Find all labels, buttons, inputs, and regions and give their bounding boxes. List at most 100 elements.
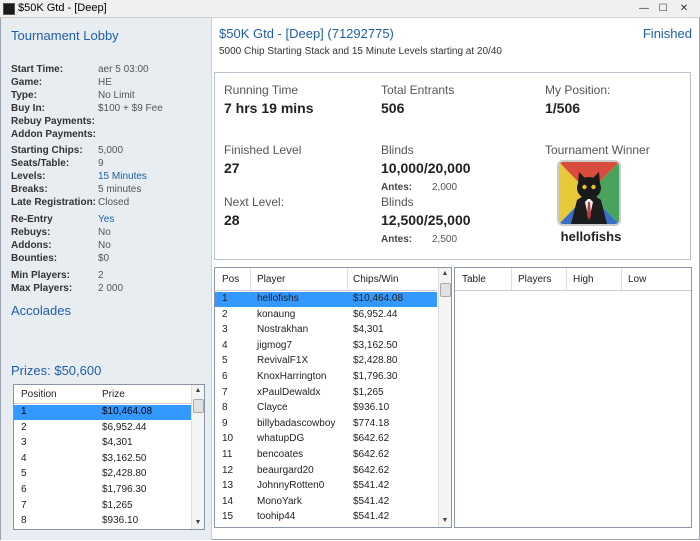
my-position-label: My Position:: [545, 83, 611, 97]
column-divider: [347, 268, 348, 290]
prize-row[interactable]: 2 $6,952.44: [14, 421, 192, 436]
column-header-chips[interactable]: Chips/Win: [353, 274, 399, 285]
scroll-up-icon[interactable]: ▲: [192, 385, 204, 397]
player-row[interactable]: 8 Clayce $936.10: [215, 401, 437, 416]
prize-row[interactable]: 4 $3,162.50: [14, 452, 192, 467]
column-header-prize[interactable]: Prize: [102, 389, 125, 400]
player-row[interactable]: 9 billybadascowboy $774.18: [215, 417, 437, 432]
info-value: 2 000: [98, 283, 124, 294]
player-row[interactable]: 11 bencoates $642.62: [215, 448, 437, 463]
info-row: Bounties: $0: [11, 253, 211, 266]
player-row[interactable]: 4 jigmog7 $3,162.50: [215, 339, 437, 354]
scroll-thumb[interactable]: [193, 399, 204, 413]
column-header-players[interactable]: Players: [518, 274, 551, 285]
player-row[interactable]: 1 hellofishs $10,464.08: [215, 292, 437, 307]
info-value: 9: [98, 158, 104, 169]
info-row: Re-Entry Yes: [11, 214, 211, 227]
prize-row[interactable]: 5 $2,428.80: [14, 467, 192, 482]
player-row[interactable]: 7 xPaulDewaldx $1,265: [215, 386, 437, 401]
player-pos: 4: [222, 339, 228, 351]
prize-row[interactable]: 7 $1,265: [14, 499, 192, 514]
player-row[interactable]: 12 beaurgard20 $642.62: [215, 464, 437, 479]
prize-position: 1: [21, 406, 27, 417]
column-header-low[interactable]: Low: [628, 274, 646, 285]
info-label: Late Registration:: [11, 197, 97, 208]
column-divider: [566, 268, 567, 290]
column-header-pos[interactable]: Pos: [222, 274, 239, 285]
finished-level-value: 27: [224, 160, 240, 176]
accolades-link[interactable]: Accolades: [11, 303, 71, 318]
close-icon[interactable]: ✕: [676, 2, 692, 15]
column-divider: [511, 268, 512, 290]
scroll-down-icon[interactable]: ▼: [192, 517, 204, 529]
info-label: Rebuys:: [11, 227, 51, 238]
column-header-high[interactable]: High: [573, 274, 594, 285]
info-row: Levels: 15 Minutes: [11, 171, 211, 184]
prizes-scrollbar[interactable]: ▲ ▼: [191, 385, 204, 529]
column-header-player[interactable]: Player: [257, 274, 285, 285]
info-label: Start Time:: [11, 64, 64, 75]
player-name: toohip44: [257, 511, 296, 523]
player-row[interactable]: 3 Nostrakhan $4,301: [215, 323, 437, 338]
player-row[interactable]: 2 konaung $6,952.44: [215, 308, 437, 323]
prize-amount: $2,428.80: [102, 468, 147, 480]
player-chips: $642.62: [353, 464, 390, 476]
players-scrollbar[interactable]: ▲ ▼: [438, 268, 451, 527]
prize-amount: $1,796.30: [102, 484, 147, 495]
info-value: aer 5 03:00: [98, 64, 149, 75]
scroll-down-icon[interactable]: ▼: [439, 515, 451, 527]
player-name: konaung: [257, 308, 296, 320]
prize-amount: $4,301: [102, 437, 133, 449]
player-row[interactable]: 15 toohip44 $541.42: [215, 510, 437, 525]
prizes-table[interactable]: Position Prize 1 $10,464.08 2 $6,952.44 3 $4,…: [13, 384, 205, 530]
info-label: Addons:: [11, 240, 52, 251]
column-header-position[interactable]: Position: [21, 389, 57, 400]
entrants-value: 506: [381, 100, 405, 116]
info-label: Breaks:: [11, 184, 48, 195]
player-pos: 15: [222, 511, 234, 523]
player-name: Nostrakhan: [257, 324, 309, 336]
info-row: Addon Payments:: [11, 129, 211, 142]
info-value: $0: [98, 253, 110, 264]
prize-position: 3: [21, 437, 27, 449]
player-row[interactable]: 13 JohnnyRotten0 $541.42: [215, 479, 437, 494]
info-row: Starting Chips: 5,000: [11, 145, 211, 158]
scroll-thumb[interactable]: [440, 283, 451, 297]
tables-table[interactable]: Table Players High Low: [454, 267, 692, 528]
player-chips: $4,301: [353, 324, 384, 336]
player-row[interactable]: 6 KnoxHarrington $1,796.30: [215, 370, 437, 385]
player-pos: 1: [222, 293, 228, 304]
prize-row[interactable]: 6 $1,796.30: [14, 483, 192, 498]
column-header-table[interactable]: Table: [462, 274, 486, 285]
blinds-value: 10,000/20,000: [381, 160, 471, 176]
entrants-label: Total Entrants: [381, 83, 455, 97]
info-value[interactable]: 15 Minutes: [98, 171, 147, 182]
info-label: Type:: [11, 90, 37, 101]
player-chips: $642.62: [353, 449, 390, 460]
prize-row[interactable]: 3 $4,301: [14, 436, 192, 451]
info-value[interactable]: Yes: [98, 214, 114, 225]
stats-panel: Running Time 7 hrs 19 mins Total Entrant…: [214, 72, 691, 260]
player-row[interactable]: 5 RevivalF1X $2,428.80: [215, 354, 437, 369]
player-chips: $541.42: [353, 480, 390, 492]
info-value: $100 + $9 Fee: [98, 103, 163, 114]
player-row[interactable]: 10 whatupDG $642.62: [215, 432, 437, 447]
winner-label: Tournament Winner: [545, 143, 650, 157]
player-chips: $541.42: [353, 511, 390, 523]
maximize-icon[interactable]: ☐: [655, 2, 671, 15]
info-label: Addon Payments:: [11, 129, 97, 140]
next-antes-value: 2,500: [432, 234, 458, 245]
prize-row[interactable]: 1 $10,464.08: [14, 405, 192, 420]
info-label: Min Players:: [11, 270, 70, 281]
minimize-icon[interactable]: —: [636, 2, 652, 15]
player-pos: 7: [222, 386, 228, 398]
prize-row[interactable]: 8 $936.10: [14, 514, 192, 529]
tournament-title: $50K Gtd - [Deep] (71292775): [219, 26, 394, 41]
info-row: Seats/Table: 9: [11, 158, 211, 171]
players-table[interactable]: Pos Player Chips/Win 1 hellofishs $10,464.…: [214, 267, 452, 528]
info-value: 2: [98, 270, 104, 281]
player-row[interactable]: 14 MonoYark $541.42: [215, 495, 437, 510]
tables-header: Table Players High Low: [455, 268, 691, 291]
player-name: KnoxHarrington: [257, 371, 327, 382]
scroll-up-icon[interactable]: ▲: [439, 268, 451, 280]
